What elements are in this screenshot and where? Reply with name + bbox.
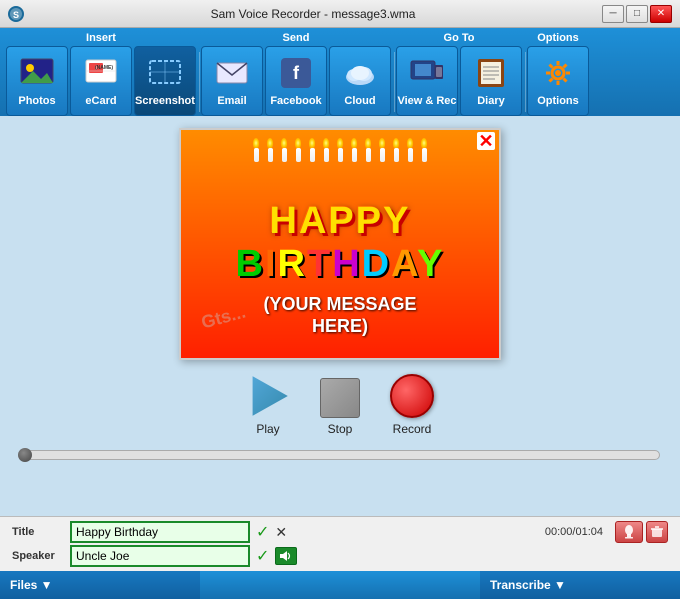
diary-icon: [473, 55, 509, 91]
status-bar: Files ▼ Transcribe ▼: [0, 571, 680, 599]
svg-text:S: S: [13, 10, 19, 20]
watermark: Gts...: [199, 302, 248, 334]
options-label: Options: [537, 95, 579, 107]
options-button[interactable]: Options: [527, 46, 589, 116]
photos-button[interactable]: Photos: [6, 46, 68, 116]
files-menu[interactable]: Files ▼: [0, 571, 200, 599]
card-preview: ✕ HAPPY BIRTHDAY (YOUR: [179, 128, 501, 360]
screenshot-button[interactable]: Screenshot: [134, 46, 196, 116]
svg-text:(NAME): (NAME): [95, 65, 113, 71]
options-gear-icon: [540, 55, 576, 91]
progress-bar[interactable]: [20, 450, 660, 460]
title-check-icon[interactable]: ✓: [256, 522, 269, 542]
title-row: Title ✓ ✕ 00:00/01:04: [12, 521, 668, 543]
window-title: Sam Voice Recorder - message3.wma: [24, 7, 602, 21]
photos-icon: [19, 55, 55, 91]
toolbar: Insert Photos I (: [0, 28, 680, 116]
stop-button[interactable]: Stop: [320, 378, 360, 436]
title-field-label: Title: [12, 526, 64, 538]
minimize-button[interactable]: ─: [602, 5, 624, 23]
screenshot-label: Screenshot: [135, 95, 195, 107]
diary-button[interactable]: Diary: [460, 46, 522, 116]
viewrec-label: View & Rec: [397, 95, 456, 107]
progress-handle[interactable]: [18, 448, 32, 462]
facebook-icon: f: [278, 55, 314, 91]
diary-label: Diary: [477, 95, 505, 107]
stop-icon: [320, 378, 360, 418]
record-button[interactable]: Record: [390, 374, 434, 436]
ecard-icon: I (NAME): [83, 55, 119, 91]
svg-text:f: f: [293, 63, 300, 83]
title-bar: S Sam Voice Recorder - message3.wma ─ □ …: [0, 0, 680, 28]
main-area: ✕ HAPPY BIRTHDAY (YOUR: [0, 116, 680, 516]
toolbar-group-send: Send Email f Facebook: [201, 32, 391, 116]
title-input[interactable]: [70, 521, 250, 543]
record-icon: [390, 374, 434, 418]
email-icon: [214, 55, 250, 91]
play-icon: [246, 374, 290, 418]
photos-label: Photos: [18, 95, 55, 107]
play-button[interactable]: Play: [246, 374, 290, 436]
voice-icon-button[interactable]: [615, 521, 643, 543]
files-label: Files ▼: [10, 578, 53, 592]
card-close-button[interactable]: ✕: [477, 132, 495, 150]
title-clear-icon[interactable]: ✕: [275, 524, 287, 541]
delete-button[interactable]: [646, 521, 668, 543]
toolbar-group-goto: Go To View & Rec: [396, 32, 522, 116]
toolbar-group-insert: Insert Photos I (: [6, 32, 196, 116]
cloud-button[interactable]: Cloud: [329, 46, 391, 116]
email-button[interactable]: Email: [201, 46, 263, 116]
cloud-label: Cloud: [344, 95, 375, 107]
screenshot-icon: [147, 55, 183, 91]
info-bar: Title ✓ ✕ 00:00/01:04 Speaker: [0, 516, 680, 571]
playback-controls: Play Stop Record: [246, 374, 434, 436]
transcribe-menu[interactable]: Transcribe ▼: [480, 571, 680, 599]
facebook-label: Facebook: [270, 95, 321, 107]
record-label: Record: [393, 422, 432, 436]
speaker-type-icon[interactable]: [275, 547, 297, 565]
insert-group-label: Insert: [6, 32, 196, 46]
play-label: Play: [256, 422, 279, 436]
ecard-label: eCard: [85, 95, 116, 107]
speaker-check-icon[interactable]: ✓: [256, 546, 269, 566]
candles-row: [253, 138, 427, 162]
toolbar-group-options: Options: [527, 32, 589, 116]
card-content: HAPPY BIRTHDAY (YOUR MESSAGEHERE) Gts...: [181, 130, 499, 358]
send-group-label: Send: [201, 32, 391, 46]
app-icon: S: [8, 6, 24, 22]
card-birthday-text: BIRTHDAY: [236, 243, 445, 286]
options-group-label: Options: [527, 32, 589, 46]
maximize-button[interactable]: □: [626, 5, 648, 23]
ecard-button[interactable]: I (NAME) eCard: [70, 46, 132, 116]
close-button[interactable]: ✕: [650, 5, 672, 23]
timestamp: 00:00/01:04: [545, 526, 603, 538]
card-happy-text: HAPPY: [270, 200, 411, 243]
email-label: Email: [217, 95, 246, 107]
stop-label: Stop: [328, 422, 353, 436]
speaker-row: Speaker ✓: [12, 545, 668, 567]
speaker-input[interactable]: [70, 545, 250, 567]
transcribe-label: Transcribe ▼: [490, 578, 566, 592]
facebook-button[interactable]: f Facebook: [265, 46, 327, 116]
viewrec-button[interactable]: View & Rec: [396, 46, 458, 116]
card-message-text: (YOUR MESSAGEHERE): [263, 294, 416, 337]
window-controls: ─ □ ✕: [602, 5, 672, 23]
goto-group-label: Go To: [396, 32, 522, 46]
speaker-field-label: Speaker: [12, 550, 64, 562]
viewrec-icon: [409, 55, 445, 91]
cloud-icon: [342, 55, 378, 91]
